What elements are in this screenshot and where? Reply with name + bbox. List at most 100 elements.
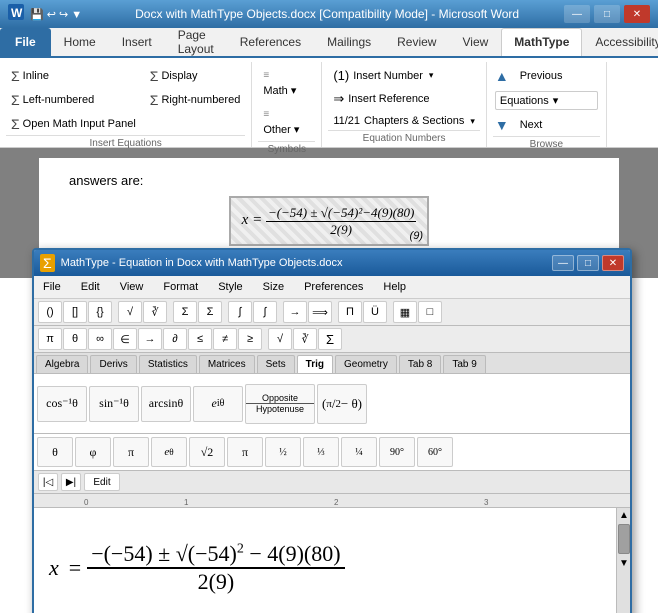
insert-number-button[interactable]: (1) Insert Number ▾ — [328, 65, 480, 86]
mt-tool-infinity[interactable]: ∞ — [88, 328, 112, 350]
row2-e-theta[interactable]: eθ — [151, 437, 187, 467]
mt-maximize-button[interactable]: □ — [577, 255, 599, 271]
tab-home[interactable]: Home — [51, 28, 109, 56]
row2-90deg[interactable]: 90° — [379, 437, 415, 467]
trig-eitheta[interactable]: eiθ — [193, 386, 243, 422]
mt-tool-pi[interactable]: π — [38, 328, 62, 350]
palette-tab-derivs[interactable]: Derivs — [90, 355, 136, 373]
mt-menu-preferences[interactable]: Preferences — [299, 278, 368, 296]
mt-cursor-btn[interactable]: |◁ — [38, 473, 58, 491]
mt-tool-summation[interactable]: Σ — [318, 328, 342, 350]
palette-tab-algebra[interactable]: Algebra — [36, 355, 88, 373]
row2-third[interactable]: ⅓ — [303, 437, 339, 467]
row2-pi2[interactable]: π — [227, 437, 263, 467]
math-dropdown-button[interactable]: ≡ Math ▾ — [258, 65, 315, 102]
mt-tool-brackets[interactable]: [] — [63, 301, 87, 323]
palette-tab-statistics[interactable]: Statistics — [139, 355, 197, 373]
mt-tool-geq[interactable]: ≥ — [238, 328, 262, 350]
mt-vertical-scrollbar[interactable]: ▲ ▼ — [616, 508, 630, 613]
left-numbered-button[interactable]: Σ Left-numbered — [6, 89, 141, 111]
mt-tool-neq[interactable]: ≠ — [213, 328, 237, 350]
mt-menu-style[interactable]: Style — [213, 278, 247, 296]
mt-menu-edit[interactable]: Edit — [76, 278, 105, 296]
mt-tool-arrow-right[interactable]: → — [283, 301, 307, 323]
mt-tool-u-uml[interactable]: Ü — [363, 301, 387, 323]
palette-tab-matrices[interactable]: Matrices — [199, 355, 255, 373]
palette-tab-sets[interactable]: Sets — [257, 355, 295, 373]
chapters-sections-button[interactable]: 11/21 Chapters & Sections ▾ — [328, 112, 480, 130]
display-button[interactable]: Σ Display — [145, 65, 246, 87]
mt-tool-doublearrow[interactable]: ⟹ — [308, 301, 332, 323]
mt-tool-pi-cap[interactable]: Π — [338, 301, 362, 323]
trig-arcsin[interactable]: arcsinθ — [141, 386, 191, 422]
mt-scroll-up[interactable]: ▲ — [617, 508, 631, 522]
mt-minimize-button[interactable]: — — [552, 255, 574, 271]
row2-sqrt2[interactable]: √2 — [189, 437, 225, 467]
equation-display[interactable]: x = −(−54) ± √(−54)²−4(9)(80)2(9) (9) — [229, 196, 429, 246]
mt-tool-parens[interactable]: () — [38, 301, 62, 323]
mt-menu-file[interactable]: File — [38, 278, 66, 296]
mt-tool-sqrt[interactable]: √ — [118, 301, 142, 323]
trig-sin-inv[interactable]: sin⁻¹θ — [89, 386, 139, 422]
row2-60deg[interactable]: 60° — [417, 437, 453, 467]
insert-reference-button[interactable]: ⇒ Insert Reference — [328, 88, 480, 110]
mathtype-ruler: 0 1 2 3 — [34, 494, 630, 508]
next-button[interactable]: Next — [513, 116, 550, 134]
mt-select-btn[interactable]: ▶| — [61, 473, 81, 491]
palette-tab-9[interactable]: Tab 9 — [443, 355, 485, 373]
row2-theta[interactable]: θ — [37, 437, 73, 467]
inline-button[interactable]: Σ Inline — [6, 65, 141, 87]
mt-tool-in[interactable]: ∈ — [113, 328, 137, 350]
palette-tab-8[interactable]: Tab 8 — [399, 355, 441, 373]
mathtype-editor[interactable]: x = −(−54) ± √(−54)2 − 4(9)(80) 2(9) — [34, 508, 630, 613]
mt-scroll-thumb[interactable] — [618, 524, 630, 554]
row2-phi[interactable]: φ — [75, 437, 111, 467]
mt-close-button[interactable]: ✕ — [602, 255, 624, 271]
minimize-button[interactable]: — — [564, 5, 590, 23]
maximize-button[interactable]: □ — [594, 5, 620, 23]
mt-edit-btn[interactable]: Edit — [84, 473, 120, 491]
mt-tool-theta[interactable]: θ — [63, 328, 87, 350]
mt-tool-sqrt3[interactable]: ∛ — [293, 328, 317, 350]
tab-page-layout[interactable]: Page Layout — [165, 28, 227, 56]
palette-tab-geometry[interactable]: Geometry — [335, 355, 397, 373]
mt-tool-sigma-top[interactable]: Σ — [173, 301, 197, 323]
tab-review[interactable]: Review — [384, 28, 449, 56]
mt-menu-size[interactable]: Size — [258, 278, 289, 296]
other-dropdown-button[interactable]: ≡ Other ▾ — [258, 104, 315, 141]
close-button[interactable]: ✕ — [624, 5, 650, 23]
browse-equations-select[interactable]: Equations ▾ — [495, 91, 598, 110]
tab-view[interactable]: View — [449, 28, 501, 56]
previous-button[interactable]: Previous — [513, 67, 570, 85]
palette-tab-trig[interactable]: Trig — [297, 355, 333, 373]
mt-tool-braces[interactable]: {} — [88, 301, 112, 323]
tab-references[interactable]: References — [227, 28, 314, 56]
tab-accessibility[interactable]: Accessibility — [582, 28, 658, 56]
open-math-button[interactable]: Σ Open Math Input Panel — [6, 113, 141, 135]
tab-file[interactable]: File — [0, 28, 51, 56]
tab-mailings[interactable]: Mailings — [314, 28, 384, 56]
trig-opp-hyp[interactable]: Opposite Hypotenuse — [245, 384, 315, 424]
mt-menu-format[interactable]: Format — [158, 278, 203, 296]
row2-half[interactable]: ½ — [265, 437, 301, 467]
mt-tool-cbrt[interactable]: ∛ — [143, 301, 167, 323]
mt-tool-integral[interactable]: ∫ — [228, 301, 252, 323]
mt-menu-view[interactable]: View — [115, 278, 149, 296]
mt-tool-sigma-full[interactable]: Σ — [198, 301, 222, 323]
mt-scroll-down[interactable]: ▼ — [617, 556, 631, 570]
tab-mathtype[interactable]: MathType — [501, 28, 582, 56]
right-numbered-button[interactable]: Σ Right-numbered — [145, 89, 246, 111]
row2-quarter[interactable]: ¼ — [341, 437, 377, 467]
mt-tool-grid[interactable]: ▦ — [393, 301, 417, 323]
mt-tool-integral2[interactable]: ∫ — [253, 301, 277, 323]
mt-tool-leq[interactable]: ≤ — [188, 328, 212, 350]
trig-cos-inv[interactable]: cos⁻¹θ — [37, 386, 87, 422]
tab-insert[interactable]: Insert — [109, 28, 165, 56]
mt-tool-box[interactable]: □ — [418, 301, 442, 323]
mt-tool-partial[interactable]: ∂ — [163, 328, 187, 350]
mt-tool-sqrt2[interactable]: √ — [268, 328, 292, 350]
trig-pi-frac[interactable]: (π/2 − θ) — [317, 384, 367, 424]
row2-pi[interactable]: π — [113, 437, 149, 467]
mt-tool-bar-arrow[interactable]: → — [138, 328, 162, 350]
mt-menu-help[interactable]: Help — [378, 278, 411, 296]
